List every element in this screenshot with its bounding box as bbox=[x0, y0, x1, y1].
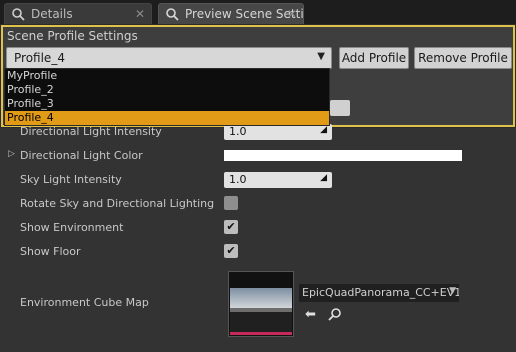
show-floor-row: Show Floor ✔ bbox=[0, 240, 516, 264]
close-icon[interactable]: ✕ bbox=[135, 7, 145, 21]
checkmark-icon: ✔ bbox=[226, 220, 236, 233]
profile-combo[interactable]: Profile_4 ▼ bbox=[6, 47, 332, 69]
sky-light-intensity-row: Sky Light Intensity 1.0 ◢ bbox=[0, 168, 516, 192]
profile-dropdown-list: MyProfile Profile_2 Profile_3 Profile_4 bbox=[4, 68, 330, 126]
tab-preview-label: Preview Scene Setti bbox=[185, 7, 303, 21]
environment-cube-map-label: Environment Cube Map bbox=[20, 296, 149, 309]
directional-light-intensity-value: 1.0 bbox=[229, 125, 247, 138]
tab-preview-scene-settings[interactable]: Preview Scene Setti ✕ bbox=[158, 3, 304, 24]
sky-light-intensity-field[interactable]: 1.0 ◢ bbox=[224, 172, 332, 188]
directional-light-intensity-field[interactable]: 1.0 ◢ bbox=[224, 124, 332, 140]
use-selected-arrow-icon[interactable]: ⬅ bbox=[305, 307, 316, 322]
directional-light-color-swatch[interactable] bbox=[224, 150, 462, 161]
close-icon[interactable]: ✕ bbox=[287, 7, 297, 21]
show-environment-row: Show Environment ✔ bbox=[0, 216, 516, 240]
browse-search-icon[interactable] bbox=[328, 307, 342, 325]
show-environment-label: Show Environment bbox=[20, 221, 124, 234]
rotate-sky-checkbox[interactable] bbox=[224, 196, 238, 210]
resize-handle-icon[interactable]: ◢ bbox=[320, 173, 327, 183]
chevron-down-icon: ▼ bbox=[317, 51, 325, 62]
rotate-sky-label: Rotate Sky and Directional Lighting bbox=[20, 197, 215, 210]
dropdown-option-selected[interactable]: Profile_4 bbox=[5, 111, 329, 125]
scene-profile-header: Scene Profile Settings bbox=[7, 29, 138, 43]
sky-light-intensity-value: 1.0 bbox=[229, 173, 247, 186]
tab-details-label: Details bbox=[31, 7, 73, 21]
thumbnail-asset-type-bar bbox=[230, 332, 292, 335]
thumbnail-floor bbox=[230, 312, 292, 332]
directional-light-color-label: Directional Light Color bbox=[20, 149, 143, 162]
dropdown-option[interactable]: Profile_3 bbox=[5, 97, 329, 111]
show-environment-checkbox[interactable]: ✔ bbox=[224, 220, 238, 234]
remove-profile-button[interactable]: Remove Profile bbox=[414, 47, 512, 69]
cube-map-asset-name: EpicQuadPanorama_CC+EV1 bbox=[302, 286, 459, 299]
chevron-down-icon: ▼ bbox=[449, 286, 456, 296]
directional-light-intensity-label: Directional Light Intensity bbox=[20, 125, 162, 138]
dropdown-option[interactable]: MyProfile bbox=[5, 69, 329, 83]
hidden-field[interactable] bbox=[330, 100, 350, 116]
thumbnail-sky bbox=[230, 288, 292, 308]
profile-combo-value: Profile_4 bbox=[14, 51, 65, 65]
resize-handle-icon[interactable]: ◢ bbox=[320, 125, 327, 135]
show-floor-checkbox[interactable]: ✔ bbox=[224, 244, 238, 258]
sky-light-intensity-label: Sky Light Intensity bbox=[20, 173, 122, 186]
checkmark-icon: ✔ bbox=[226, 244, 236, 257]
show-floor-label: Show Floor bbox=[20, 245, 81, 258]
cube-map-asset-combo[interactable]: EpicQuadPanorama_CC+EV1 ▼ bbox=[299, 284, 459, 302]
tab-details[interactable]: Details ✕ bbox=[4, 3, 152, 24]
cube-map-thumbnail[interactable] bbox=[228, 271, 294, 337]
expand-arrow-icon[interactable]: ▷ bbox=[8, 149, 15, 159]
rotate-sky-row: Rotate Sky and Directional Lighting bbox=[0, 192, 516, 216]
dropdown-option[interactable]: Profile_2 bbox=[5, 83, 329, 97]
add-profile-button[interactable]: Add Profile bbox=[339, 47, 409, 69]
tab-bar: Details ✕ Preview Scene Setti ✕ bbox=[0, 0, 516, 24]
scene-settings-icon bbox=[165, 7, 179, 21]
details-icon bbox=[11, 7, 25, 21]
